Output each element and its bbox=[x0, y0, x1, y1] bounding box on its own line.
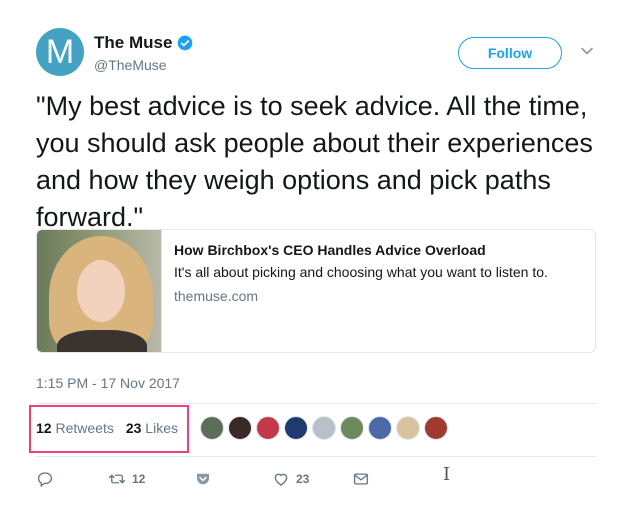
text-cursor-icon: I bbox=[443, 464, 451, 485]
divider bbox=[36, 456, 596, 457]
liker-avatar[interactable] bbox=[424, 416, 448, 440]
display-name[interactable]: The Muse bbox=[94, 33, 172, 53]
likes-count: 23 bbox=[125, 420, 142, 436]
liker-avatar[interactable] bbox=[312, 416, 336, 440]
author-name-row[interactable]: The Muse bbox=[94, 33, 193, 53]
link-card[interactable]: How Birchbox's CEO Handles Advice Overlo… bbox=[36, 229, 596, 353]
heart-icon bbox=[274, 473, 288, 486]
card-title: How Birchbox's CEO Handles Advice Overlo… bbox=[174, 242, 486, 258]
liker-avatar[interactable] bbox=[284, 416, 308, 440]
reply-button[interactable] bbox=[36, 470, 108, 488]
liker-avatars bbox=[200, 416, 448, 440]
liker-avatar[interactable] bbox=[340, 416, 364, 440]
tweet-stats: 12 Retweets 23 Likes bbox=[36, 420, 178, 436]
like-count: 23 bbox=[296, 472, 310, 486]
action-bar: 12 23 bbox=[36, 470, 392, 488]
card-description: It's all about picking and choosing what… bbox=[174, 264, 548, 280]
retweet-icon bbox=[108, 474, 126, 484]
follow-button[interactable]: Follow bbox=[458, 37, 562, 69]
liker-avatar[interactable] bbox=[368, 416, 392, 440]
retweets-count: 12 bbox=[36, 420, 52, 436]
liker-avatar[interactable] bbox=[256, 416, 280, 440]
like-button[interactable]: 23 bbox=[272, 470, 352, 488]
envelope-icon bbox=[353, 473, 369, 485]
retweets-label: Retweets bbox=[55, 420, 114, 436]
divider bbox=[36, 403, 596, 404]
save-button[interactable] bbox=[194, 470, 272, 488]
author-block: The Muse @TheMuse bbox=[94, 33, 193, 73]
card-body: How Birchbox's CEO Handles Advice Overlo… bbox=[161, 230, 560, 352]
card-domain: themuse.com bbox=[174, 288, 259, 304]
avatar[interactable]: M bbox=[36, 28, 84, 76]
timestamp[interactable]: 1:15 PM - 17 Nov 2017 bbox=[36, 375, 180, 391]
verified-badge-icon bbox=[178, 35, 193, 51]
retweet-count: 12 bbox=[132, 472, 146, 486]
likes-label: Likes bbox=[145, 420, 178, 436]
likes-stat[interactable]: 23 Likes bbox=[126, 420, 178, 436]
liker-avatar[interactable] bbox=[200, 416, 224, 440]
chevron-down-icon[interactable] bbox=[580, 44, 594, 58]
tweet-text: "My best advice is to seek advice. All t… bbox=[36, 91, 593, 232]
pocket-icon bbox=[197, 473, 209, 485]
handle[interactable]: @TheMuse bbox=[94, 57, 193, 73]
retweets-stat[interactable]: 12 Retweets bbox=[36, 420, 114, 436]
card-thumbnail bbox=[37, 230, 161, 352]
reply-icon bbox=[37, 472, 53, 488]
liker-avatar[interactable] bbox=[228, 416, 252, 440]
retweet-button[interactable]: 12 bbox=[108, 470, 194, 488]
direct-message-button[interactable] bbox=[352, 470, 392, 488]
liker-avatar[interactable] bbox=[396, 416, 420, 440]
